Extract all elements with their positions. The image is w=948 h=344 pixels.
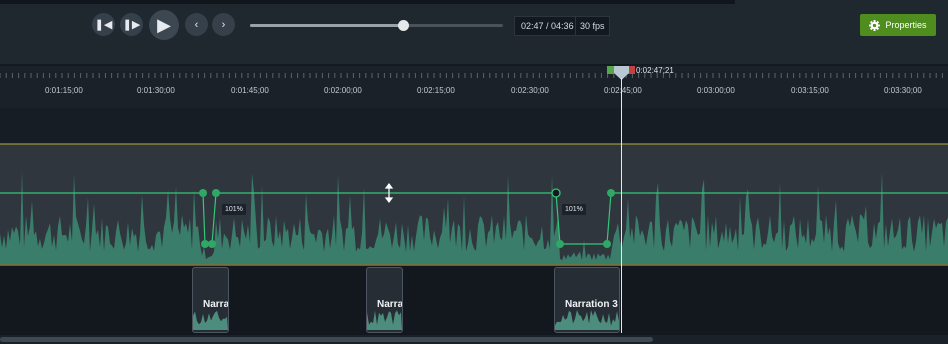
- volume-label: 101%: [222, 204, 246, 215]
- ruler-tick-label: 0:01:45;00: [231, 86, 269, 95]
- time-display: 02:47 / 04:36: [514, 16, 581, 36]
- ruler-tick-label: 0:03:15;00: [791, 86, 829, 95]
- rewind-icon: ❚◀: [94, 19, 113, 31]
- total-time: 04:36: [551, 21, 574, 31]
- ruler-tick-label: 0:02:00;00: [324, 86, 362, 95]
- current-time: 02:47: [521, 21, 544, 31]
- ruler-tick-label: 0:02:15;00: [417, 86, 455, 95]
- clip-title: Narra: [203, 299, 229, 310]
- ruler-tick-label: 0:01:15;00: [45, 86, 83, 95]
- previous-button[interactable]: ‹: [185, 13, 208, 36]
- time-separator: /: [543, 21, 552, 31]
- next-icon: ›: [221, 18, 226, 31]
- properties-label: Properties: [885, 20, 927, 30]
- timeline-tracks[interactable]: [0, 108, 948, 344]
- ruler-tick-label: 0:02:45;00: [604, 86, 642, 95]
- horizontal-scrollbar[interactable]: [0, 335, 948, 344]
- toolbar-top-strip: [0, 0, 735, 4]
- scrubber-thumb[interactable]: [398, 20, 410, 31]
- play-button[interactable]: ▶: [149, 10, 179, 40]
- next-button[interactable]: ›: [212, 13, 235, 36]
- audio-track[interactable]: [0, 108, 948, 344]
- rewind-button[interactable]: ❚◀: [92, 13, 115, 36]
- step-forward-button[interactable]: ❚▶: [120, 13, 143, 36]
- narration-clip[interactable]: Narration 3: [554, 267, 620, 333]
- volume-label: 101%: [562, 204, 586, 215]
- scrubber-track[interactable]: [250, 20, 503, 31]
- playback-toolbar: ❚◀ ❚▶ ▶ ‹ › 02:47 / 04:36 30 fps Propert…: [0, 0, 948, 64]
- narration-clip[interactable]: Narra: [192, 267, 229, 333]
- gear-icon: [869, 19, 881, 31]
- clip-title: Narra: [377, 299, 403, 310]
- playhead-time-label: 0:02:47;21: [636, 66, 674, 75]
- ruler-tick-label: 0:02:30;00: [511, 86, 549, 95]
- ruler-tick-label: 0:03:00;00: [697, 86, 735, 95]
- ruler-tick-label: 0:01:30;00: [137, 86, 175, 95]
- scrollbar-thumb[interactable]: [0, 337, 653, 342]
- previous-icon: ‹: [194, 18, 199, 31]
- narration-clip[interactable]: Narra: [366, 267, 403, 333]
- ruler-tick-label: 0:03:30;00: [884, 86, 922, 95]
- properties-button[interactable]: Properties: [860, 14, 936, 36]
- scrubber-progress: [250, 24, 404, 27]
- clip-title: Narration 3: [565, 299, 618, 310]
- play-icon: ▶: [157, 14, 171, 35]
- step-forward-icon: ❚▶: [122, 19, 141, 31]
- fps-display: 30 fps: [575, 16, 610, 36]
